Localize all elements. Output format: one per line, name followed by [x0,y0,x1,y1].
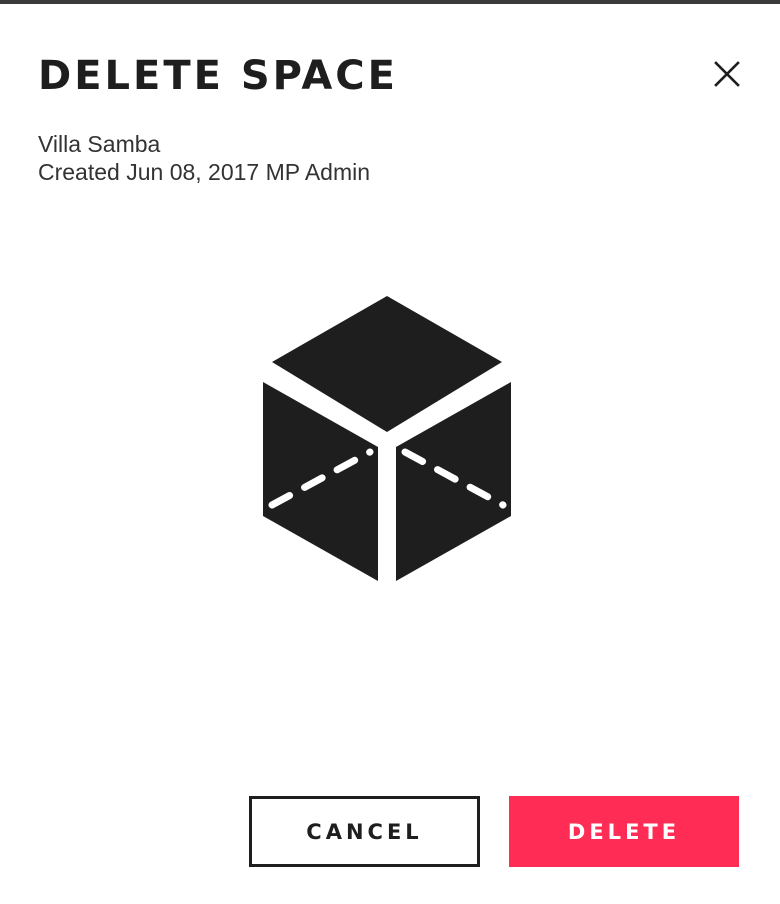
cancel-button[interactable]: CANCEL [249,796,480,867]
cube-illustration [254,288,522,588]
dialog-title: DELETE SPACE [38,53,398,99]
delete-space-dialog: DELETE SPACE Villa Samba Created Jun 08,… [0,0,780,904]
cube-icon [263,296,511,581]
close-icon [714,60,740,90]
close-button[interactable] [708,56,746,94]
created-info: Created Jun 08, 2017 MP Admin [38,159,371,185]
top-border [0,0,780,4]
delete-button[interactable]: DELETE [509,796,739,867]
space-name: Villa Samba [38,131,161,157]
space-info: Villa Samba Created Jun 08, 2017 MP Admi… [38,130,370,186]
